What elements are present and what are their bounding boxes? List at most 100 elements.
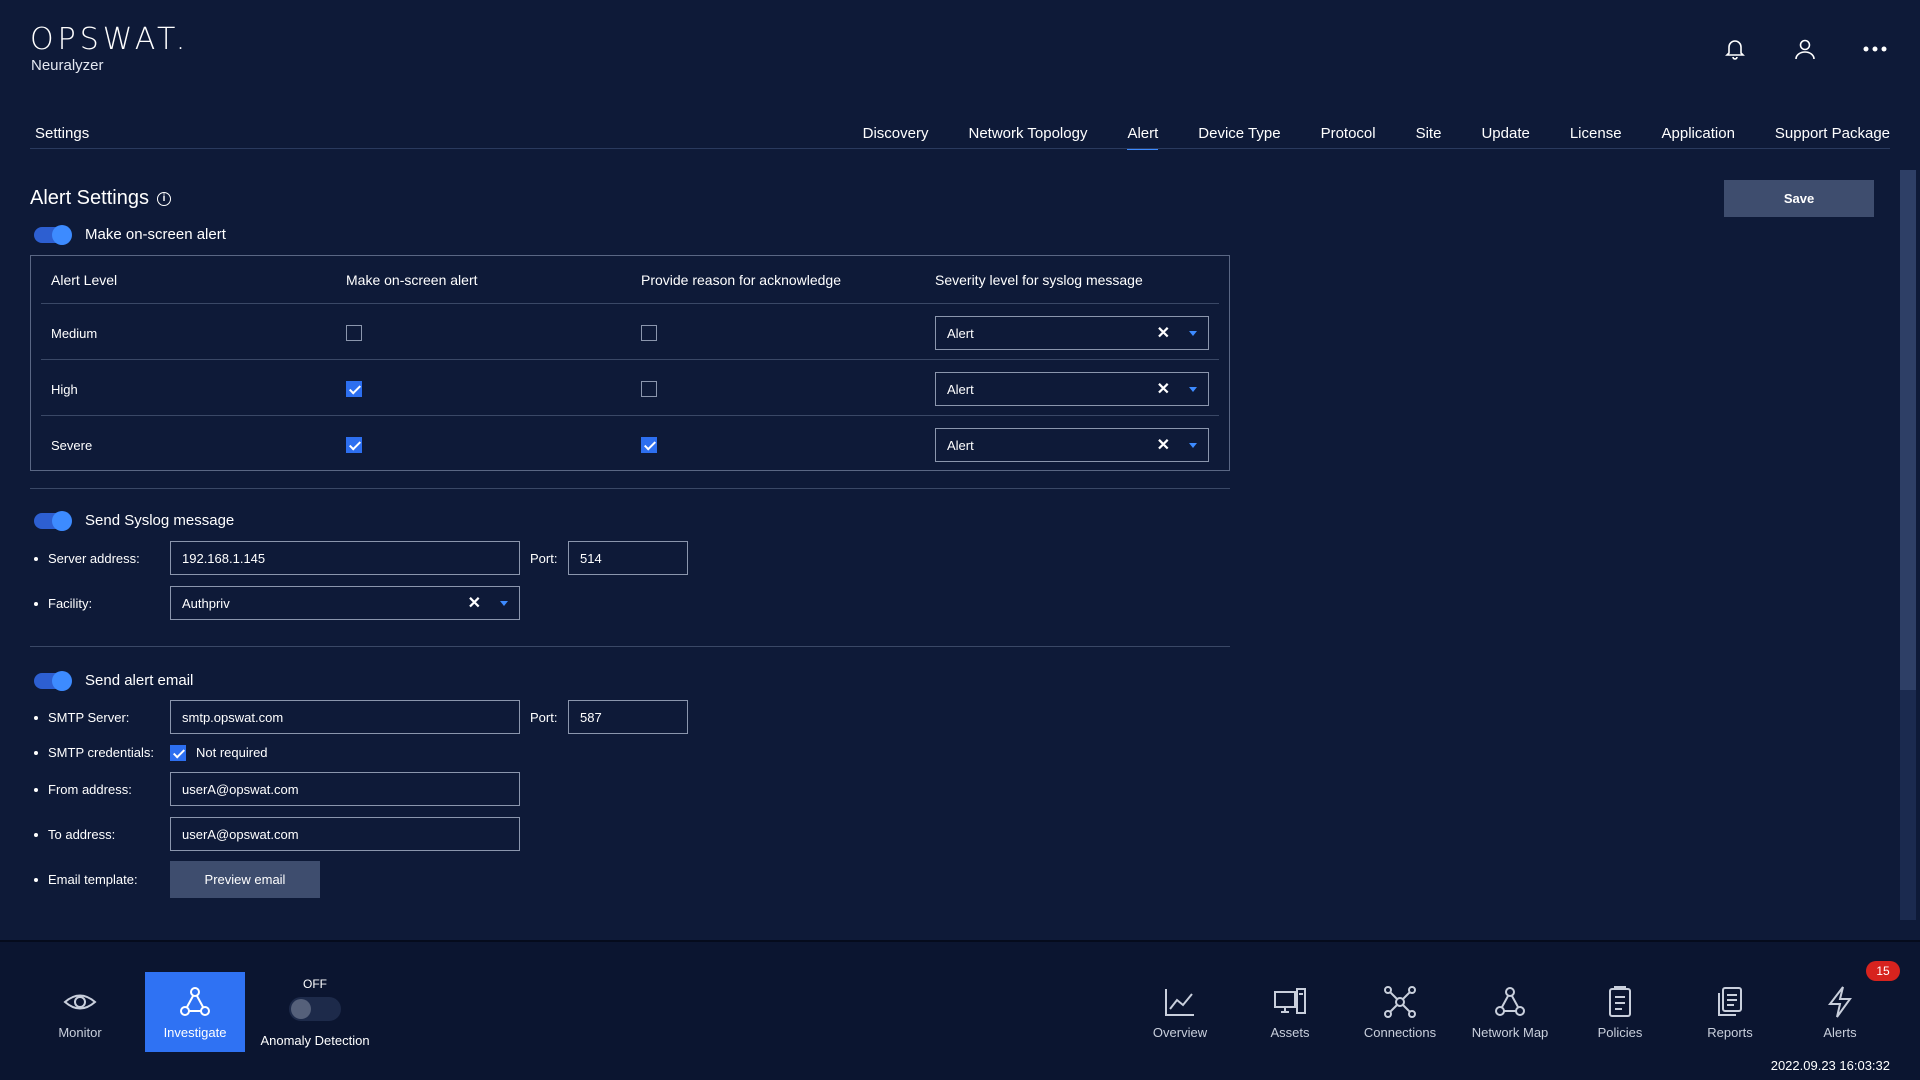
bullet — [34, 601, 38, 606]
nav-overview[interactable]: Overview — [1130, 972, 1230, 1052]
clipboard-icon — [1609, 985, 1631, 1017]
info-icon[interactable]: i — [156, 191, 171, 206]
scrollbar[interactable] — [1900, 170, 1916, 920]
smtp-port-input[interactable]: 587 — [568, 700, 688, 734]
save-button[interactable]: Save — [1724, 180, 1874, 217]
preview-email-button[interactable]: Preview email — [170, 861, 320, 898]
facility-label-text: Facility: — [48, 596, 93, 611]
server-address-input[interactable]: 192.168.1.145 — [170, 541, 520, 575]
scrollbar-thumb[interactable] — [1900, 170, 1916, 690]
investigate-icon — [180, 986, 210, 1016]
nav-policies[interactable]: Policies — [1570, 972, 1670, 1052]
facility-select[interactable]: Authpriv ✕ — [170, 586, 520, 620]
tab-network-topology[interactable]: Network Topology — [969, 125, 1088, 142]
chevron-down-icon[interactable] — [1189, 330, 1197, 336]
row-divider — [41, 415, 1219, 416]
page-title: Alert Settings i — [30, 187, 171, 210]
row-divider — [41, 359, 1219, 360]
syslog-port-input[interactable]: 514 — [568, 541, 688, 575]
syslog-toggle-row: Send Syslog message — [34, 510, 234, 531]
tab-update[interactable]: Update — [1481, 125, 1529, 142]
medium-onscreen-checkbox[interactable] — [346, 325, 362, 341]
alerts-count-badge: 15 — [1866, 961, 1900, 981]
severe-onscreen-checkbox[interactable] — [346, 437, 362, 453]
tab-license[interactable]: License — [1570, 125, 1622, 142]
tab-protocol[interactable]: Protocol — [1321, 125, 1376, 142]
tabs-divider — [30, 148, 1890, 149]
network-map-icon — [1495, 986, 1525, 1016]
anomaly-detection-toggle[interactable] — [289, 997, 341, 1021]
smtp-credentials-label: SMTP credentials: — [34, 745, 154, 760]
anomaly-state: OFF — [303, 977, 327, 991]
nav-investigate-label: Investigate — [163, 1024, 227, 1040]
anomaly-detection-label: Anomaly Detection — [260, 1033, 370, 1048]
email-toggle-label: Send alert email — [85, 672, 194, 689]
page-title-text: Alert Settings — [30, 187, 149, 209]
medium-reason-checkbox[interactable] — [641, 325, 657, 341]
connections-icon — [1384, 985, 1416, 1018]
chevron-down-icon[interactable] — [1189, 386, 1197, 392]
more-icon[interactable] — [1862, 36, 1888, 62]
chevron-down-icon[interactable] — [500, 600, 508, 606]
bottom-navigation: Monitor Investigate OFF Anomaly Detectio… — [0, 940, 1920, 1080]
column-header-severity: Severity level for syslog message — [935, 272, 1143, 288]
settings-tabs: Discovery Network Topology Alert Device … — [863, 125, 1890, 150]
nav-monitor[interactable]: Monitor — [30, 972, 130, 1052]
alert-level-medium: Medium — [51, 326, 98, 341]
high-reason-checkbox[interactable] — [641, 381, 657, 397]
nav-connections[interactable]: Connections — [1350, 972, 1450, 1052]
anomaly-detection: OFF Anomaly Detection — [258, 977, 372, 1048]
to-address-input[interactable]: userA@opswat.com — [170, 817, 520, 851]
bolt-icon — [1827, 985, 1852, 1018]
tab-support-package[interactable]: Support Package — [1775, 125, 1890, 142]
alert-level-table: Alert Level Make on-screen alert Provide… — [30, 255, 1230, 471]
smtp-server-input[interactable]: smtp.opswat.com — [170, 700, 520, 734]
chevron-down-icon[interactable] — [1189, 442, 1197, 448]
nav-reports-label: Reports — [1707, 1024, 1753, 1040]
from-address-input[interactable]: userA@opswat.com — [170, 772, 520, 806]
nav-reports[interactable]: Reports — [1680, 972, 1780, 1052]
email-toggle[interactable] — [34, 670, 72, 691]
tab-device-type[interactable]: Device Type — [1198, 125, 1280, 142]
nav-network-map[interactable]: Network Map — [1460, 972, 1560, 1052]
column-header-onscreen: Make on-screen alert — [346, 272, 478, 288]
clear-icon[interactable]: ✕ — [1157, 379, 1170, 399]
nav-network-map-label: Network Map — [1471, 1024, 1549, 1040]
to-address-label-text: To address: — [48, 827, 116, 842]
bullet — [34, 787, 38, 792]
server-address-label: Server address: — [34, 551, 140, 566]
smtp-port-label: Port: — [530, 710, 558, 725]
tab-site[interactable]: Site — [1416, 125, 1442, 142]
row-divider — [41, 303, 1219, 304]
high-onscreen-checkbox[interactable] — [346, 381, 362, 397]
tab-discovery[interactable]: Discovery — [863, 125, 929, 142]
reports-icon — [1718, 986, 1742, 1016]
bullet — [34, 556, 38, 561]
bullet — [34, 750, 38, 755]
severe-severity-select[interactable]: Alert ✕ — [935, 428, 1209, 462]
clear-icon[interactable]: ✕ — [1157, 435, 1170, 455]
server-address-label-text: Server address: — [48, 551, 140, 566]
bullet — [34, 715, 38, 720]
alert-level-high: High — [51, 382, 78, 397]
syslog-toggle[interactable] — [34, 510, 72, 531]
clear-icon[interactable]: ✕ — [468, 593, 481, 613]
nav-assets[interactable]: Assets — [1240, 972, 1340, 1052]
not-required-checkbox[interactable] — [170, 745, 186, 761]
onscreen-alert-toggle[interactable] — [34, 224, 72, 245]
product-name: Neuralyzer — [31, 57, 104, 74]
timestamp: 2022.09.23 16:03:32 — [1770, 1058, 1890, 1073]
clear-icon[interactable]: ✕ — [1157, 323, 1170, 343]
severe-reason-checkbox[interactable] — [641, 437, 657, 453]
user-icon[interactable] — [1792, 36, 1818, 62]
tab-application[interactable]: Application — [1662, 125, 1735, 142]
nav-investigate[interactable]: Investigate — [145, 972, 245, 1052]
medium-severity-select[interactable]: Alert ✕ — [935, 316, 1209, 350]
bell-icon[interactable] — [1722, 36, 1748, 62]
nav-alerts[interactable]: Alerts — [1790, 972, 1890, 1052]
tab-alert[interactable]: Alert — [1127, 125, 1158, 150]
email-template-label-text: Email template: — [48, 872, 138, 887]
bullet — [34, 877, 38, 882]
column-header-reason: Provide reason for acknowledge — [641, 272, 842, 288]
high-severity-select[interactable]: Alert ✕ — [935, 372, 1209, 406]
